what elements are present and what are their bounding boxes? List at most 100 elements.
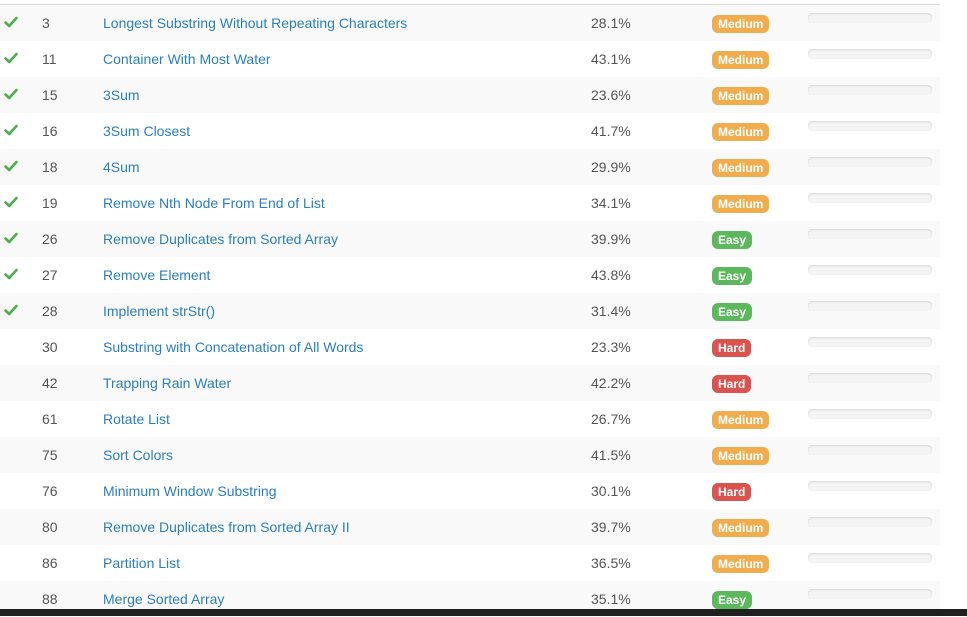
problem-number: 3: [42, 15, 50, 31]
solved-check-icon: [4, 159, 18, 173]
table-row: 19 Remove Nth Node From End of List 34.1% M…: [0, 185, 940, 221]
problem-title-link[interactable]: 3Sum: [103, 87, 140, 103]
bottom-strip: [0, 609, 967, 616]
problem-number: 76: [42, 483, 58, 499]
problem-title-link[interactable]: Minimum Window Substring: [103, 483, 277, 499]
acceptance-rate: 36.5%: [591, 555, 631, 571]
acceptance-rate: 39.9%: [591, 231, 631, 247]
frequency-bar: [808, 301, 932, 311]
acceptance-rate: 28.1%: [591, 15, 631, 31]
problem-number: 28: [42, 303, 58, 319]
solved-check-icon: [4, 87, 18, 101]
difficulty-badge: Hard: [712, 483, 752, 501]
problem-title-link[interactable]: Rotate List: [103, 411, 170, 427]
table-row: 86 Partition List 36.5% Medium: [0, 545, 940, 581]
problem-title-link[interactable]: 4Sum: [103, 159, 140, 175]
table-row: 15 3Sum 23.6% Medium: [0, 77, 940, 113]
problem-title-link[interactable]: 3Sum Closest: [103, 123, 190, 139]
frequency-bar: [808, 409, 932, 419]
difficulty-badge: Medium: [712, 123, 770, 141]
acceptance-rate: 39.7%: [591, 519, 631, 535]
problem-number: 11: [42, 51, 57, 67]
problem-number: 86: [42, 555, 58, 571]
difficulty-badge: Medium: [712, 87, 770, 105]
problem-title-link[interactable]: Merge Sorted Array: [103, 591, 224, 607]
problem-number: 16: [42, 123, 58, 139]
frequency-bar: [808, 445, 932, 455]
acceptance-rate: 43.1%: [591, 51, 631, 67]
difficulty-badge: Medium: [712, 51, 770, 69]
difficulty-badge: Medium: [712, 195, 770, 213]
frequency-bar: [808, 265, 932, 275]
acceptance-rate: 29.9%: [591, 159, 631, 175]
difficulty-badge: Medium: [712, 519, 770, 537]
solved-check-icon: [4, 231, 18, 245]
problem-number: 18: [42, 159, 58, 175]
problem-title-link[interactable]: Remove Nth Node From End of List: [103, 195, 325, 211]
problem-number: 88: [42, 591, 58, 607]
problem-title-link[interactable]: Sort Colors: [103, 447, 173, 463]
frequency-bar: [808, 49, 932, 59]
difficulty-badge: Easy: [712, 267, 753, 285]
table-row: 30 Substring with Concatenation of All Wo…: [0, 329, 940, 365]
problem-title-link[interactable]: Trapping Rain Water: [103, 375, 231, 391]
acceptance-rate: 34.1%: [591, 195, 631, 211]
acceptance-rate: 30.1%: [591, 483, 631, 499]
table-row: 18 4Sum 29.9% Medium: [0, 149, 940, 185]
frequency-bar: [808, 517, 932, 527]
acceptance-rate: 41.5%: [591, 447, 631, 463]
table-row: 28 Implement strStr() 31.4% Easy: [0, 293, 940, 329]
acceptance-rate: 42.2%: [591, 375, 631, 391]
problem-number: 30: [42, 339, 58, 355]
difficulty-badge: Medium: [712, 411, 770, 429]
problem-number: 61: [42, 411, 58, 427]
table-row: 42 Trapping Rain Water 42.2% Hard: [0, 365, 940, 401]
problem-number: 27: [42, 267, 58, 283]
frequency-bar: [808, 481, 932, 491]
solved-check-icon: [4, 123, 18, 137]
table-row: 27 Remove Element 43.8% Easy: [0, 257, 940, 293]
frequency-bar: [808, 373, 932, 383]
problem-number: 19: [42, 195, 58, 211]
problem-title-link[interactable]: Implement strStr(): [103, 303, 215, 319]
problem-title-link[interactable]: Remove Duplicates from Sorted Array II: [103, 519, 350, 535]
solved-check-icon: [4, 267, 18, 281]
table-row: 61 Rotate List 26.7% Medium: [0, 401, 940, 437]
problem-title-link[interactable]: Remove Duplicates from Sorted Array: [103, 231, 338, 247]
difficulty-badge: Medium: [712, 15, 770, 33]
problem-title-link[interactable]: Remove Element: [103, 267, 210, 283]
table-row: 16 3Sum Closest 41.7% Medium: [0, 113, 940, 149]
problem-title-link[interactable]: Substring with Concatenation of All Word…: [103, 339, 363, 355]
solved-check-icon: [4, 51, 18, 65]
acceptance-rate: 43.8%: [591, 267, 631, 283]
table-row: 11 Container With Most Water 43.1% Medium: [0, 41, 940, 77]
difficulty-badge: Easy: [712, 303, 753, 321]
problem-title-link[interactable]: Container With Most Water: [103, 51, 271, 67]
frequency-bar: [808, 337, 932, 347]
frequency-bar: [808, 121, 932, 131]
acceptance-rate: 35.1%: [591, 591, 631, 607]
frequency-bar: [808, 589, 932, 599]
table-row: 76 Minimum Window Substring 30.1% Hard: [0, 473, 940, 509]
problem-title-link[interactable]: Partition List: [103, 555, 180, 571]
difficulty-badge: Medium: [712, 555, 770, 573]
difficulty-badge: Hard: [712, 375, 752, 393]
problem-table: 3 Longest Substring Without Repeating Cha…: [0, 5, 940, 617]
problem-number: 80: [42, 519, 58, 535]
acceptance-rate: 26.7%: [591, 411, 631, 427]
frequency-bar: [808, 229, 932, 239]
problem-title-link[interactable]: Longest Substring Without Repeating Char…: [103, 15, 407, 31]
frequency-bar: [808, 553, 932, 563]
problem-number: 26: [42, 231, 58, 247]
problem-number: 15: [42, 87, 58, 103]
table-row: 75 Sort Colors 41.5% Medium: [0, 437, 940, 473]
table-row: 3 Longest Substring Without Repeating Cha…: [0, 5, 940, 41]
difficulty-badge: Easy: [712, 231, 753, 249]
acceptance-rate: 23.6%: [591, 87, 631, 103]
solved-check-icon: [4, 15, 18, 29]
solved-check-icon: [4, 303, 18, 317]
frequency-bar: [808, 193, 932, 203]
acceptance-rate: 31.4%: [591, 303, 631, 319]
difficulty-badge: Easy: [712, 591, 753, 609]
difficulty-badge: Medium: [712, 159, 770, 177]
